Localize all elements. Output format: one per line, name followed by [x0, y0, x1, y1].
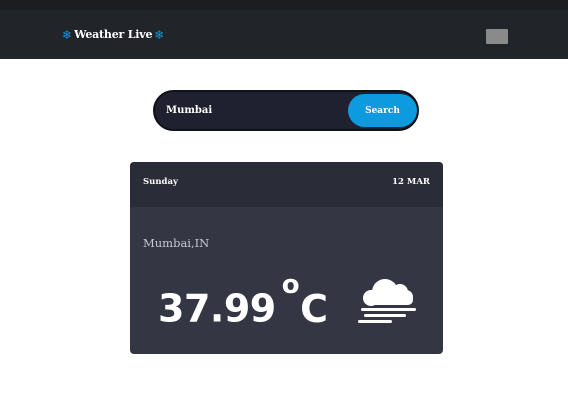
- card-header: Sunday 12 MAR: [130, 162, 443, 207]
- navbar: ❄ Weather Live ❄: [0, 10, 568, 59]
- brand-logo[interactable]: ❄ Weather Live ❄: [62, 28, 164, 41]
- temperature-unit: C: [300, 286, 328, 331]
- search-input[interactable]: [166, 92, 341, 129]
- menu-toggle-button[interactable]: [486, 29, 508, 44]
- search-button[interactable]: Search: [348, 94, 417, 127]
- snowflake-icon: ❄: [62, 27, 73, 42]
- cloud-fog-icon: [358, 279, 416, 323]
- temperature-readout: 37.99oC: [158, 270, 328, 331]
- weather-card: Sunday 12 MAR Mumbai,IN 37.99oC: [130, 162, 443, 354]
- temperature-value: 37.99: [158, 286, 276, 331]
- location-label: Mumbai,IN: [143, 236, 210, 250]
- brand-title: Weather Live: [74, 28, 153, 41]
- degree-symbol: o: [281, 270, 300, 300]
- date-label: 12 MAR: [392, 177, 430, 187]
- day-label: Sunday: [143, 177, 178, 187]
- snowflake-icon: ❄: [154, 27, 165, 42]
- top-strip: [0, 0, 568, 10]
- search-bar: Search: [153, 90, 419, 131]
